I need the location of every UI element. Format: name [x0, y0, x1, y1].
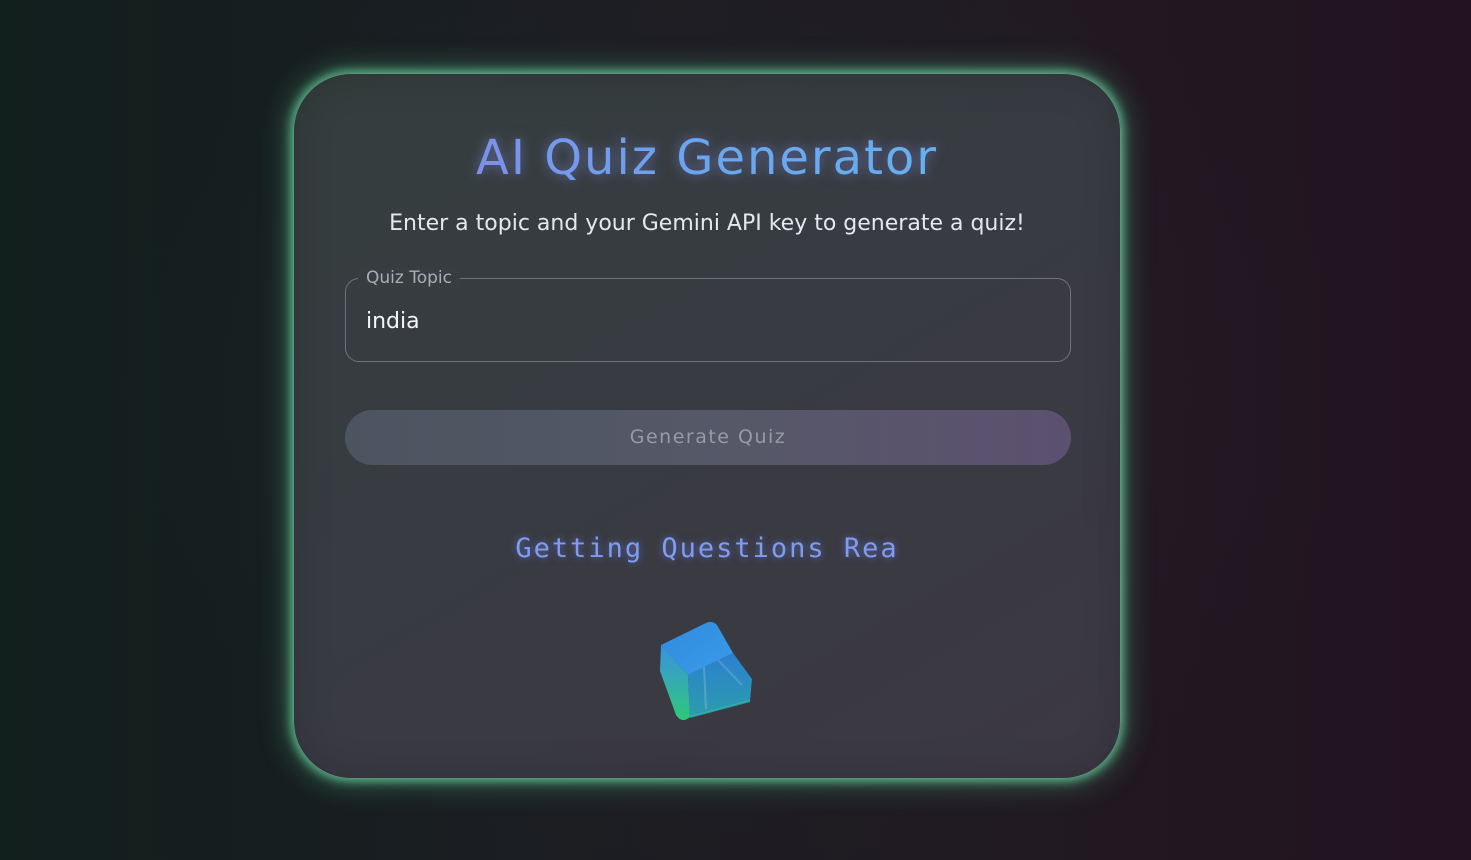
- page-title: AI Quiz Generator: [294, 126, 1120, 190]
- quiz-topic-field[interactable]: Quiz Topic: [345, 268, 1071, 362]
- cube-loader-icon: [654, 609, 764, 729]
- quiz-topic-label: Quiz Topic: [358, 268, 460, 288]
- cube-shape: [660, 621, 752, 721]
- loading-status-text: Getting Questions Rea: [515, 533, 899, 564]
- quiz-topic-input[interactable]: [366, 303, 1046, 339]
- quiz-card: AI Quiz Generator Enter a topic and your…: [293, 73, 1121, 779]
- page-subtitle: Enter a topic and your Gemini API key to…: [389, 211, 1025, 236]
- generate-quiz-button[interactable]: Generate Quiz: [345, 410, 1071, 465]
